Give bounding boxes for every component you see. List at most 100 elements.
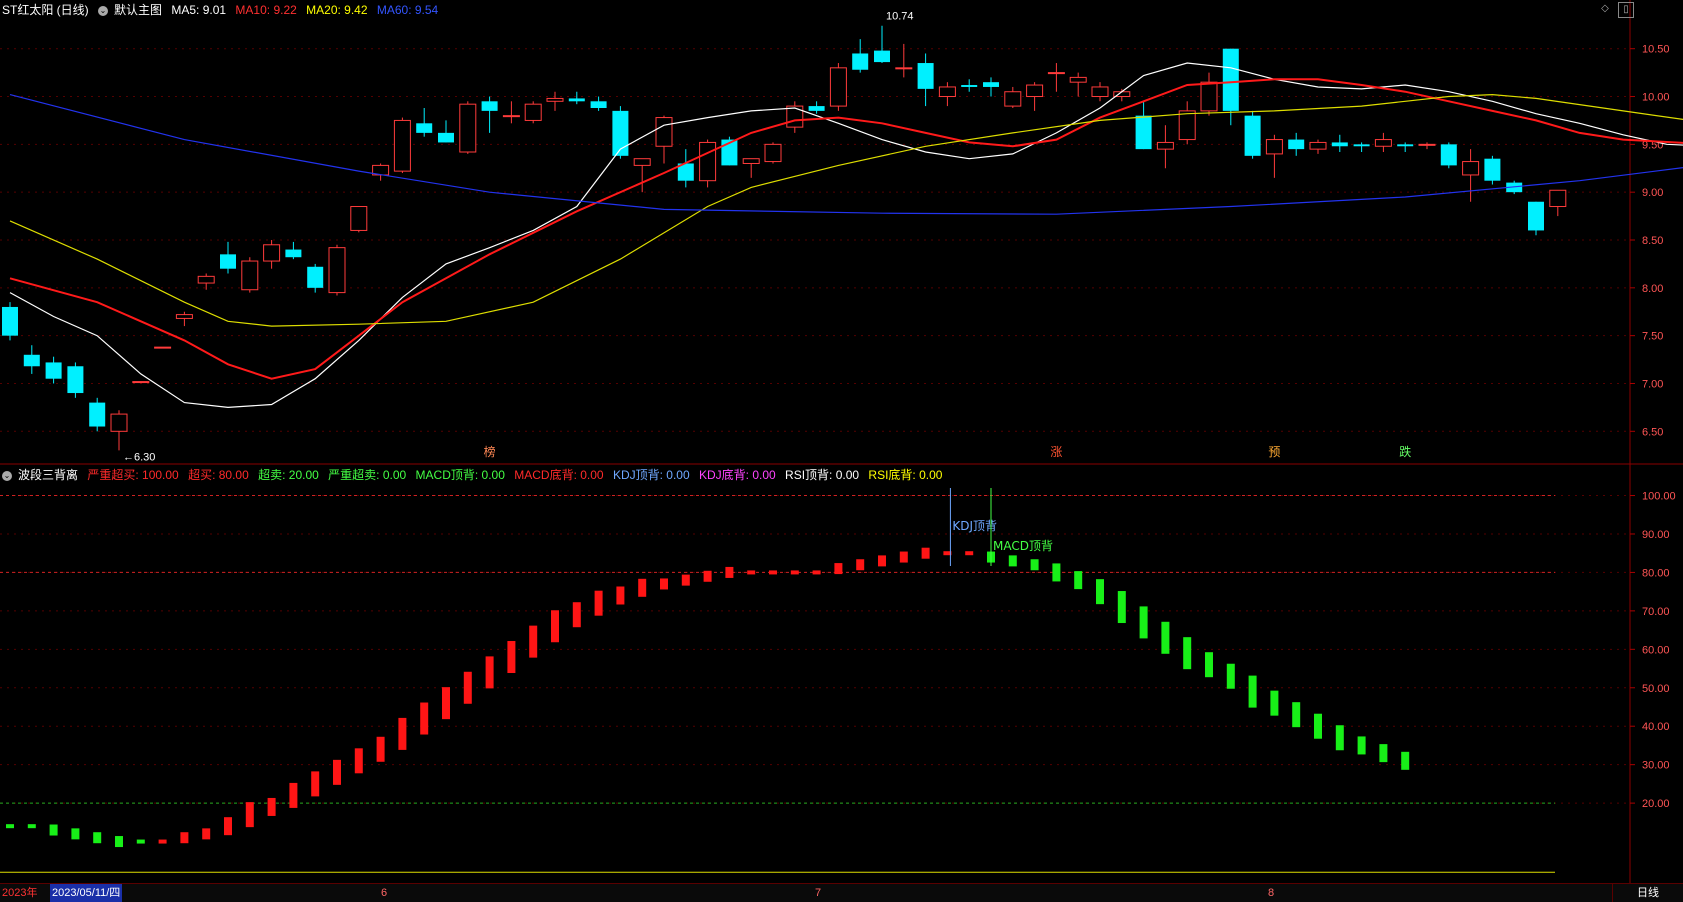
candle — [438, 132, 454, 143]
candle — [502, 115, 520, 118]
candle — [524, 103, 542, 121]
candle — [307, 266, 324, 288]
main-chart-label[interactable]: 默认主图 — [114, 3, 162, 17]
candle — [874, 50, 890, 63]
indicator-title[interactable]: 波段三背离 — [18, 468, 78, 482]
indicator-header: ⌄ 波段三背离 严重超买: 100.00 超买: 80.00 超卖: 20.00 … — [2, 465, 948, 485]
indicator-bar — [180, 832, 189, 844]
month-label: 7 — [815, 887, 822, 899]
price-tick-label: 6.50 — [1642, 426, 1663, 438]
candle — [481, 101, 498, 111]
candle — [328, 247, 346, 294]
candle — [1200, 81, 1218, 112]
indicator-bar — [398, 717, 407, 750]
indicator-bar — [71, 828, 80, 840]
candle — [808, 106, 825, 111]
candle — [895, 67, 913, 70]
signal-marker: 跌 — [1399, 444, 1411, 459]
chevron-down-icon[interactable]: ⌄ — [98, 5, 109, 16]
candle — [1397, 144, 1414, 147]
indicator-bar — [136, 839, 145, 844]
indicator-bar — [769, 570, 777, 575]
candle — [1418, 143, 1436, 146]
indicator-bar — [1008, 555, 1017, 567]
candle — [633, 158, 651, 166]
indicator-bar — [1117, 591, 1126, 624]
indicator-bar — [1030, 559, 1039, 571]
ma-line-ma5 — [9, 62, 1683, 409]
candle — [1374, 139, 1392, 147]
indicator-bar — [1139, 606, 1148, 639]
price-tick-label: 10.50 — [1642, 44, 1670, 56]
ma20-label: MA20: 9.42 — [306, 3, 368, 17]
indicator-bar — [1074, 571, 1083, 590]
candle — [175, 314, 193, 319]
chevron-down-icon[interactable]: ⌄ — [2, 470, 12, 481]
indicator-item: KDJ顶背: 0.00 — [612, 468, 690, 482]
divergence-label: KDJ顶背 — [952, 519, 997, 533]
indicator-bar — [1335, 725, 1344, 751]
indicator-tick-label: 90.00 — [1642, 529, 1670, 541]
indicator-bar — [485, 656, 494, 689]
price-tick-label: 9.00 — [1642, 187, 1663, 199]
indicator-item: KDJ底背: 0.00 — [699, 468, 776, 482]
indicator-bar — [1379, 744, 1388, 763]
month-label: 8 — [1268, 887, 1275, 899]
candle — [764, 143, 782, 163]
indicator-bar — [333, 759, 341, 785]
candle — [1353, 144, 1370, 147]
indicator-bar — [965, 551, 974, 556]
candle — [220, 254, 236, 269]
candle — [1331, 142, 1348, 147]
indicator-item: RSI顶背: 0.00 — [785, 468, 860, 482]
price-extreme-label: 10.74 — [886, 11, 914, 23]
candle — [1462, 161, 1480, 176]
price-tick-label: 7.00 — [1642, 378, 1663, 390]
period-tab[interactable]: 日线 — [1612, 884, 1683, 902]
ma-line-ma20 — [9, 93, 1683, 327]
selected-date: 2023/05/11/四 — [50, 884, 123, 902]
indicator-tick-label: 60.00 — [1642, 644, 1670, 656]
ma-line-ma10 — [9, 78, 1683, 380]
price-header: ST红太阳 (日线) ⌄ 默认主图 MA5: 9.01 MA10: 9.22 MA… — [2, 0, 444, 20]
chart-canvas[interactable]: 6.507.007.508.008.509.009.5010.0010.50←6… — [0, 0, 1683, 901]
indicator-item: 超买: 80.00 — [188, 468, 249, 482]
candle — [568, 98, 585, 102]
indicator-bar — [1292, 702, 1301, 728]
signal-marker: 涨 — [1050, 444, 1062, 459]
candle — [132, 381, 150, 384]
month-label: 6 — [381, 887, 388, 899]
maximize-icon[interactable]: ▯ — [1618, 2, 1634, 18]
indicator-bar — [812, 570, 821, 575]
indicator-bar — [6, 824, 14, 829]
diamond-icon[interactable]: ◇ — [1598, 2, 1612, 16]
candle — [983, 82, 999, 87]
candle — [1484, 158, 1501, 181]
indicator-bar — [1270, 690, 1279, 716]
date-axis[interactable]: 2023年 2023/05/11/四 6 7 8 日线 — [0, 883, 1683, 902]
ma-line-ma60 — [9, 94, 1683, 215]
indicator-bar — [594, 590, 603, 616]
indicator-bar — [289, 782, 298, 808]
indicator-bar — [921, 547, 930, 559]
stock-title[interactable]: ST红太阳 (日线) — [2, 3, 89, 17]
candle — [852, 53, 869, 70]
candle — [285, 249, 302, 258]
indicator-bar — [1401, 751, 1410, 770]
candle — [786, 105, 804, 128]
price-extreme-label: ←6.30 — [123, 451, 155, 463]
candle — [45, 362, 62, 379]
indicator-bar — [1226, 663, 1235, 689]
indicator-bar — [1314, 713, 1322, 739]
indicator-tick-label: 30.00 — [1642, 760, 1670, 772]
candle — [1047, 72, 1065, 75]
indicator-bar — [572, 602, 581, 628]
candle — [1069, 76, 1087, 83]
indicator-bar — [1248, 675, 1257, 708]
candle — [1026, 84, 1044, 98]
indicator-bar — [1161, 621, 1170, 654]
candle — [1244, 115, 1261, 156]
candle — [1528, 201, 1544, 231]
signal-marker: 预 — [1268, 445, 1280, 459]
year-label: 2023年 — [2, 887, 38, 899]
